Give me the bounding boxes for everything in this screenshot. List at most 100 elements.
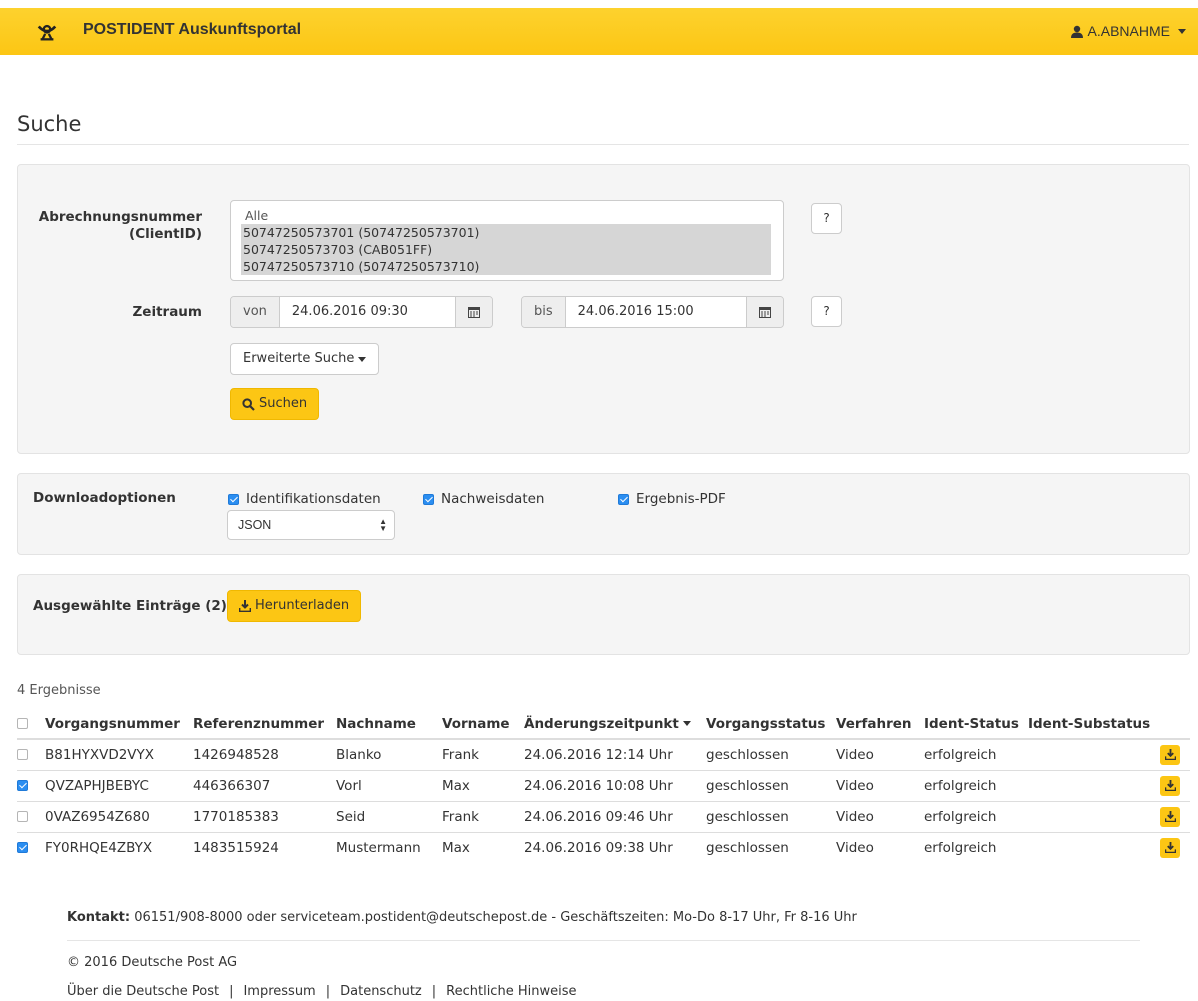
- row-checkbox[interactable]: [17, 749, 28, 761]
- download-icon: [1164, 810, 1176, 822]
- row-download-button[interactable]: [1160, 806, 1180, 827]
- table-row[interactable]: B81HYXVD2VYX 1426948528 Blanko Frank 24.…: [17, 739, 1190, 770]
- download-selected-button[interactable]: Herunterladen: [227, 590, 362, 622]
- cell-ident-status: erfolgreich: [924, 769, 1028, 801]
- user-icon: [1070, 25, 1083, 38]
- footer-links: Über die Deutsche Post | Impressum | Datensc…: [67, 984, 1140, 999]
- option-label: Nachweisdaten: [441, 491, 545, 507]
- column-header[interactable]: Vorname: [442, 709, 524, 740]
- client-option[interactable]: 50747250573710 (50747250573710): [241, 258, 771, 275]
- actions-header: [1150, 709, 1190, 740]
- cell-verfahren: Video: [836, 769, 924, 801]
- advanced-search-button[interactable]: Erweiterte Suche: [230, 343, 380, 375]
- client-multiselect[interactable]: Alle 50747250573701 (50747250573701) 507…: [230, 200, 784, 281]
- column-header-sorted[interactable]: Änderungszeitpunkt: [524, 709, 706, 740]
- row-checkbox[interactable]: [17, 811, 28, 822]
- cell-nachname: Blanko: [336, 746, 382, 763]
- table-row[interactable]: FY0RHQE4ZBYX 1483515924 Mustermann Max 2…: [17, 831, 1190, 863]
- cell-nachname: Mustermann: [336, 831, 442, 863]
- table-row[interactable]: 0VAZ6954Z680 1770185383 Seid Frank 24.06…: [17, 800, 1190, 832]
- column-header[interactable]: Verfahren: [836, 709, 924, 740]
- user-name: A.ABNAHME: [1087, 23, 1170, 39]
- column-header[interactable]: Vorgangsnummer: [45, 709, 193, 740]
- calendar-icon[interactable]: [455, 297, 492, 327]
- brand-title[interactable]: POSTIDENT Auskunftsportal: [83, 21, 301, 39]
- cell-vorgangsstatus: geschlossen: [706, 746, 789, 763]
- sort-desc-icon: [682, 721, 691, 726]
- option-nachweisdaten[interactable]: Nachweisdaten: [423, 491, 544, 507]
- row-select-cell: [17, 831, 45, 863]
- footer-link-datenschutz[interactable]: Datenschutz: [340, 984, 422, 999]
- cell-ident-status: erfolgreich: [924, 831, 1028, 863]
- cell-ident-substatus: [1028, 739, 1150, 770]
- column-header[interactable]: Ident-Substatus: [1028, 709, 1151, 740]
- cell-aenderungszeitpunkt: 24.06.2016 10:08 Uhr: [524, 769, 706, 801]
- footer-separator: |: [325, 984, 331, 999]
- cell-ident-substatus: [1028, 800, 1151, 832]
- bis-addon: bis: [522, 297, 566, 327]
- footer-separator: |: [229, 984, 234, 999]
- cell-verfahren: Video: [836, 800, 924, 832]
- row-download-button[interactable]: [1160, 744, 1180, 765]
- option-ergebnis-pdf[interactable]: Ergebnis-PDF: [618, 491, 726, 507]
- von-date-input[interactable]: 24.06.2016 09:30: [280, 297, 455, 327]
- calendar-icon[interactable]: [746, 297, 783, 327]
- footer-link-impressum[interactable]: Impressum: [243, 984, 315, 999]
- option-label: Ergebnis-PDF: [636, 491, 726, 507]
- select-arrows-icon: ▲ ▼: [379, 517, 387, 533]
- top-navbar: POSTIDENT Auskunftsportal A.ABNAHME: [0, 8, 1198, 55]
- von-addon: von: [231, 297, 280, 327]
- download-icon: [1164, 748, 1176, 761]
- format-select[interactable]: JSON ▲ ▼: [227, 510, 395, 540]
- search-button-label: Suchen: [259, 396, 308, 411]
- client-label: Abrechnungsnummer (ClientID): [38, 209, 202, 243]
- row-actions: [1150, 739, 1190, 770]
- checkbox[interactable]: [423, 493, 434, 505]
- row-download-button[interactable]: [1160, 837, 1180, 858]
- checkbox[interactable]: [618, 493, 629, 505]
- cell-vorname: Frank: [442, 746, 479, 763]
- row-checkbox[interactable]: [17, 780, 28, 791]
- chevron-down-icon: [1178, 28, 1186, 34]
- checkbox[interactable]: [228, 493, 239, 505]
- client-option[interactable]: 50747250573701 (50747250573701): [241, 224, 771, 241]
- cell-ident-status: erfolgreich: [924, 746, 997, 763]
- posthorn-icon[interactable]: [36, 21, 58, 43]
- contact-label: Kontakt:: [67, 910, 131, 925]
- cell-ident-status: erfolgreich: [924, 800, 1028, 832]
- client-help-button[interactable]: ?: [811, 203, 842, 234]
- column-header[interactable]: Ident-Status: [924, 709, 1028, 740]
- cell-aenderungszeitpunkt: 24.06.2016 12:14 Uhr: [524, 746, 673, 763]
- row-download-button[interactable]: [1160, 775, 1180, 796]
- cell-referenznummer: 1426948528: [193, 746, 279, 763]
- client-option[interactable]: 50747250573703 (CAB051FF): [241, 241, 771, 258]
- download-button-label: Herunterladen: [255, 598, 350, 613]
- selection-panel: Ausgewählte Einträge (2) Herunterladen: [17, 574, 1190, 655]
- search-button[interactable]: Suchen: [230, 388, 320, 420]
- cell-vorgangsstatus: geschlossen: [706, 769, 836, 801]
- selection-label: Ausgewählte Einträge (2): [33, 598, 227, 614]
- cell-nachname: Seid: [336, 800, 442, 832]
- footer-link-ueber[interactable]: Über die Deutsche Post: [67, 984, 219, 999]
- table-row[interactable]: QVZAPHJBEBYC 446366307 Vorl Max 24.06.20…: [17, 769, 1190, 801]
- footer-contact: Kontakt: 06151/908-8000 oder serviceteam…: [67, 910, 1140, 925]
- column-header[interactable]: Vorgangsstatus: [706, 709, 836, 740]
- cell-verfahren: Video: [836, 831, 924, 863]
- cell-vorgangsnummer: FY0RHQE4ZBYX: [45, 831, 193, 863]
- advanced-search-label: Erweiterte Suche: [243, 351, 355, 366]
- footer-link-rechtliches[interactable]: Rechtliche Hinweise: [446, 984, 576, 999]
- bis-date-input[interactable]: 24.06.2016 15:00: [566, 297, 746, 327]
- user-menu[interactable]: A.ABNAHME: [1070, 23, 1186, 39]
- row-checkbox[interactable]: [17, 842, 28, 854]
- client-option[interactable]: Alle: [243, 207, 773, 224]
- chevron-down-icon: [358, 356, 367, 362]
- page-title: Suche: [17, 112, 82, 136]
- option-identifikationsdaten[interactable]: Identifikationsdaten: [228, 491, 381, 507]
- download-options-label: Downloadoptionen: [33, 490, 176, 506]
- column-header[interactable]: Referenznummer: [193, 709, 336, 740]
- column-header[interactable]: Nachname: [336, 709, 442, 740]
- row-select-cell: [17, 800, 45, 832]
- zeitraum-help-button[interactable]: ?: [811, 296, 842, 327]
- client-label-line2: (ClientID): [129, 226, 202, 242]
- select-all-checkbox[interactable]: [17, 718, 28, 729]
